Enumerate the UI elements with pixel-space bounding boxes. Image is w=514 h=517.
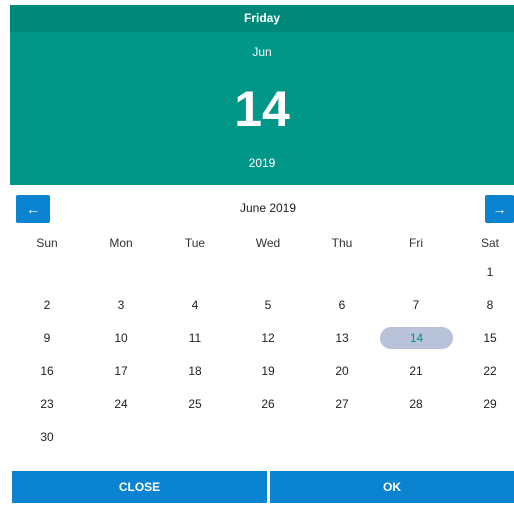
close-button[interactable]: CLOSE [12,471,267,503]
day-cell[interactable]: 9 [27,329,67,347]
weekday-thu: Thu [331,236,353,250]
header-year[interactable]: 2019 [10,156,514,170]
day-cell[interactable]: 2 [27,296,67,314]
day-cell[interactable]: 7 [396,296,436,314]
day-cell[interactable]: 15 [470,329,510,347]
day-cell[interactable]: 5 [248,296,288,314]
day-cell[interactable]: 1 [470,263,510,281]
header-weekday: Friday [10,5,514,32]
weekday-wed: Wed [255,236,281,250]
header-day: 14 [234,81,290,137]
day-cell[interactable]: 11 [175,329,215,347]
next-month-button[interactable]: → [485,195,514,223]
day-cell[interactable]: 3 [101,296,141,314]
day-cell[interactable]: 24 [101,395,141,413]
weekday-mon: Mon [109,236,133,250]
ok-button[interactable]: OK [270,471,514,503]
day-cell[interactable]: 16 [27,362,67,380]
day-cell[interactable]: 28 [396,395,436,413]
day-cell[interactable]: 30 [27,428,67,446]
header-month: Jun [252,45,272,59]
day-cell[interactable]: 29 [470,395,510,413]
arrow-right-icon: → [492,201,507,217]
day-cell[interactable]: 18 [175,362,215,380]
weekday-sun: Sun [36,236,58,250]
day-cell[interactable]: 19 [248,362,288,380]
day-cell[interactable]: 17 [101,362,141,380]
day-cell[interactable]: 8 [470,296,510,314]
weekday-fri: Fri [409,236,423,250]
day-cell[interactable]: 12 [248,329,288,347]
weekday-tue: Tue [184,236,206,250]
day-cell[interactable]: 21 [396,362,436,380]
day-cell[interactable]: 27 [322,395,362,413]
day-cell[interactable]: 23 [27,395,67,413]
date-header: Friday Jun 14 2019 [10,5,514,185]
month-year-label: June 2019 [239,201,297,215]
day-cell[interactable]: 4 [175,296,215,314]
day-cell[interactable]: 6 [322,296,362,314]
day-cell[interactable]: 13 [322,329,362,347]
weekday-sat: Sat [480,236,499,250]
day-cell[interactable]: 26 [248,395,288,413]
day-cell[interactable]: 20 [322,362,362,380]
day-cell[interactable]: 25 [175,395,215,413]
day-cell[interactable]: 22 [470,362,510,380]
day-cell-selected[interactable]: 14 [380,327,453,349]
day-cell[interactable]: 10 [101,329,141,347]
